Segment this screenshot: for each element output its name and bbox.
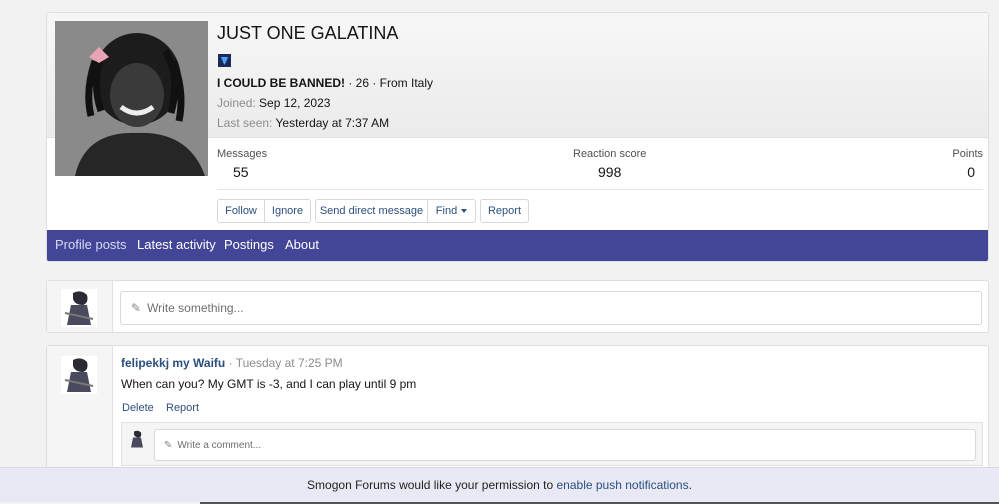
chevron-down-icon [461,209,468,213]
profile-post: felipekkj my Waifu · Tuesday at 7:25 PM … [46,345,989,475]
joined-line: Joined: Sep 12, 2023 [217,96,330,110]
avatar[interactable] [61,356,97,394]
stat-reaction-score[interactable]: Reaction score 998 [573,148,646,180]
tab-profile-posts[interactable]: Profile posts [47,230,135,261]
last-seen-line: Last seen: Yesterday at 7:37 AM [217,116,389,130]
placeholder: Write a comment... [177,439,262,451]
notice-suffix: . [688,478,692,492]
placeholder: Write something... [147,301,244,315]
user-banner-icon [218,54,231,67]
notice-text: Smogon Forums would like your permission… [307,478,554,492]
stat-label: Points [952,148,983,160]
send-direct-message-button[interactable]: Send direct message [315,199,428,223]
post-username-link[interactable]: felipekkj my Waifu [121,356,225,370]
write-comment-input[interactable]: ✎ Write a comment... [154,429,976,461]
profile-avatar[interactable] [55,21,208,176]
avatar[interactable] [61,289,97,327]
profile-title-line: I COULD BE BANNED! · 26 · From Italy [217,76,433,90]
profile-post-composer: ✎ Write something... [46,280,989,333]
stat-value: 998 [598,164,622,180]
tab-postings[interactable]: Postings [216,230,282,261]
comment-composer: ✎ Write a comment... [121,422,983,466]
last-seen-label: Last seen: [217,116,273,130]
pencil-icon: ✎ [131,301,142,315]
write-something-input[interactable]: ✎ Write something... [120,291,982,325]
stat-value: 0 [967,164,975,180]
delete-link[interactable]: Delete [122,402,154,414]
composer-avatar-column [47,281,113,332]
push-notification-notice: Smogon Forums would like your permission… [0,467,999,502]
profile-tabs: Profile posts Latest activity Postings A… [47,230,988,261]
stat-label: Reaction score [573,148,647,160]
tab-latest-activity[interactable]: Latest activity [129,230,224,261]
tab-about[interactable]: About [277,230,327,261]
report-profile-button[interactable]: Report [480,199,529,223]
avatar[interactable] [128,429,146,449]
profile-card: JUST ONE GALATINA I COULD BE BANNED! · 2… [46,12,989,262]
joined-value: Sep 12, 2023 [259,96,331,110]
divider [217,189,983,190]
enable-push-notifications-link[interactable]: enable push notifications [557,478,689,492]
age-location: · 26 · From Italy [345,76,434,90]
stat-messages[interactable]: Messages 55 [217,148,267,180]
stat-points[interactable]: Points 0 [952,148,983,180]
post-avatar-column [47,346,113,475]
post-timestamp[interactable]: Tuesday at 7:25 PM [236,356,343,370]
stat-value: 55 [233,164,249,180]
find-label: Find [435,205,458,217]
stat-label: Messages [217,148,268,160]
report-link[interactable]: Report [166,402,199,414]
ignore-button[interactable]: Ignore [265,199,311,223]
find-dropdown-button[interactable]: Find [428,199,476,223]
post-header: felipekkj my Waifu · Tuesday at 7:25 PM [121,356,343,370]
joined-label: Joined: [217,96,256,110]
user-title: I COULD BE BANNED! [217,76,345,90]
profile-username: JUST ONE GALATINA [217,23,399,43]
last-seen-value[interactable]: Yesterday at 7:37 AM [276,116,390,130]
pencil-icon: ✎ [164,439,173,451]
follow-button[interactable]: Follow [217,199,265,223]
post-body: When can you? My GMT is -3, and I can pl… [121,377,417,391]
